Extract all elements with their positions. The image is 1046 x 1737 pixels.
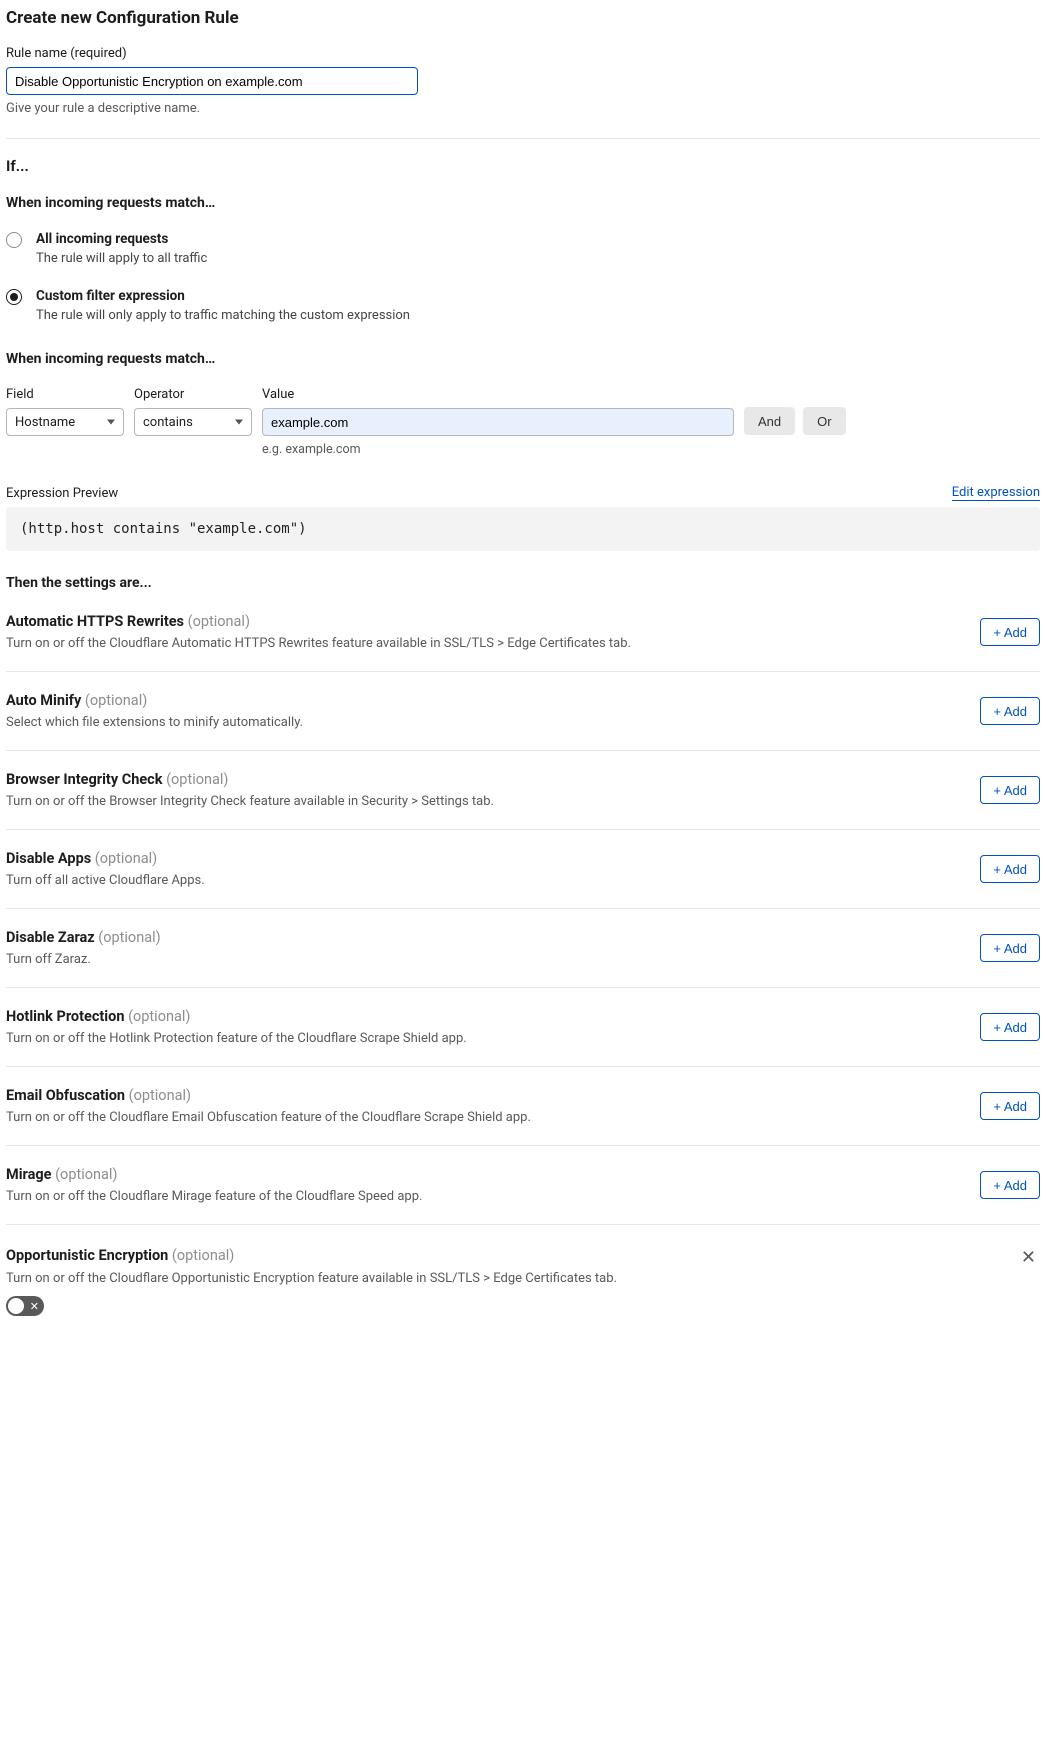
setting-row: Auto Minify (optional) Select which file… [6, 672, 1040, 751]
setting-desc: Turn on or off the Browser Integrity Che… [6, 794, 494, 809]
page-title: Create new Configuration Rule [6, 8, 1040, 28]
rule-name-input[interactable] [6, 67, 418, 95]
setting-row: Mirage (optional) Turn on or off the Clo… [6, 1146, 1040, 1225]
setting-row: Email Obfuscation (optional) Turn on or … [6, 1067, 1040, 1146]
setting-row: Automatic HTTPS Rewrites (optional) Turn… [6, 613, 1040, 672]
optional-label: (optional) [95, 850, 157, 867]
radio-custom-desc: The rule will only apply to traffic matc… [36, 308, 410, 323]
add-button[interactable]: + Add [980, 776, 1040, 804]
optional-label: (optional) [172, 1247, 234, 1264]
operator-col-label: Operator [134, 387, 252, 402]
setting-desc: Turn on or off the Cloudflare Email Obfu… [6, 1110, 531, 1125]
setting-desc: Turn off Zaraz. [6, 952, 161, 967]
chevron-down-icon [107, 420, 115, 425]
radio-all-requests[interactable] [6, 232, 22, 248]
field-col-label: Field [6, 387, 124, 402]
setting-name: Email Obfuscation [6, 1087, 125, 1104]
match-heading-2: When incoming requests match… [6, 351, 1040, 367]
value-hint: e.g. example.com [262, 442, 734, 457]
setting-desc: Turn off all active Cloudflare Apps. [6, 873, 205, 888]
add-button[interactable]: + Add [980, 934, 1040, 962]
optional-label: (optional) [128, 1008, 190, 1025]
setting-desc: Turn on or off the Cloudflare Mirage fea… [6, 1189, 422, 1204]
expression-preview-code: (http.host contains "example.com") [6, 507, 1040, 551]
setting-desc: Turn on or off the Cloudflare Automatic … [6, 636, 631, 651]
add-button[interactable]: + Add [980, 1171, 1040, 1199]
add-button[interactable]: + Add [980, 618, 1040, 646]
or-button[interactable]: Or [803, 407, 845, 435]
setting-row: Hotlink Protection (optional) Turn on or… [6, 988, 1040, 1067]
setting-row: Disable Apps (optional) Turn off all act… [6, 830, 1040, 909]
radio-custom-expression[interactable] [6, 289, 22, 305]
and-button[interactable]: And [744, 407, 795, 435]
optional-label: (optional) [188, 613, 250, 630]
value-col-label: Value [262, 387, 734, 402]
value-input[interactable] [262, 408, 734, 436]
setting-opportunistic-encryption: Opportunistic Encryption (optional) ✕ Tu… [6, 1225, 1040, 1328]
operator-select[interactable]: contains [134, 408, 252, 436]
rule-name-label: Rule name (required) [6, 46, 1040, 61]
setting-row: Disable Zaraz (optional) Turn off Zaraz.… [6, 909, 1040, 988]
setting-name: Disable Zaraz [6, 929, 95, 946]
optional-label: (optional) [166, 771, 228, 788]
setting-desc: Select which file extensions to minify a… [6, 715, 303, 730]
opportunistic-toggle[interactable]: ✕ [6, 1296, 44, 1316]
field-select[interactable]: Hostname [6, 408, 124, 436]
optional-label: (optional) [55, 1166, 117, 1183]
if-heading: If... [6, 157, 1040, 175]
chevron-down-icon [235, 420, 243, 425]
match-heading: When incoming requests match… [6, 195, 1040, 211]
radio-all-title: All incoming requests [36, 231, 207, 247]
setting-name: Automatic HTTPS Rewrites [6, 613, 184, 630]
setting-desc: Turn on or off the Cloudflare Opportunis… [6, 1271, 1040, 1286]
setting-desc: Turn on or off the Hotlink Protection fe… [6, 1031, 467, 1046]
expression-preview-label: Expression Preview [6, 486, 118, 501]
field-select-value: Hostname [15, 415, 75, 430]
x-icon: ✕ [30, 1301, 39, 1312]
rule-name-helper: Give your rule a descriptive name. [6, 101, 1040, 116]
add-button[interactable]: + Add [980, 697, 1040, 725]
setting-name: Browser Integrity Check [6, 771, 162, 788]
radio-all-desc: The rule will apply to all traffic [36, 251, 207, 266]
radio-custom-title: Custom filter expression [36, 288, 410, 304]
divider [6, 138, 1040, 139]
setting-name: Disable Apps [6, 850, 91, 867]
add-button[interactable]: + Add [980, 855, 1040, 883]
close-icon[interactable]: ✕ [1017, 1245, 1040, 1271]
setting-name: Auto Minify [6, 692, 81, 709]
edit-expression-link[interactable]: Edit expression [952, 485, 1040, 501]
setting-name: Hotlink Protection [6, 1008, 124, 1025]
setting-row: Browser Integrity Check (optional) Turn … [6, 751, 1040, 830]
add-button[interactable]: + Add [980, 1013, 1040, 1041]
optional-label: (optional) [129, 1087, 191, 1104]
setting-name: Mirage [6, 1166, 51, 1183]
then-heading: Then the settings are... [6, 575, 1040, 591]
setting-name: Opportunistic Encryption [6, 1247, 168, 1264]
add-button[interactable]: + Add [980, 1092, 1040, 1120]
optional-label: (optional) [85, 692, 147, 709]
operator-select-value: contains [143, 415, 193, 430]
optional-label: (optional) [98, 929, 160, 946]
